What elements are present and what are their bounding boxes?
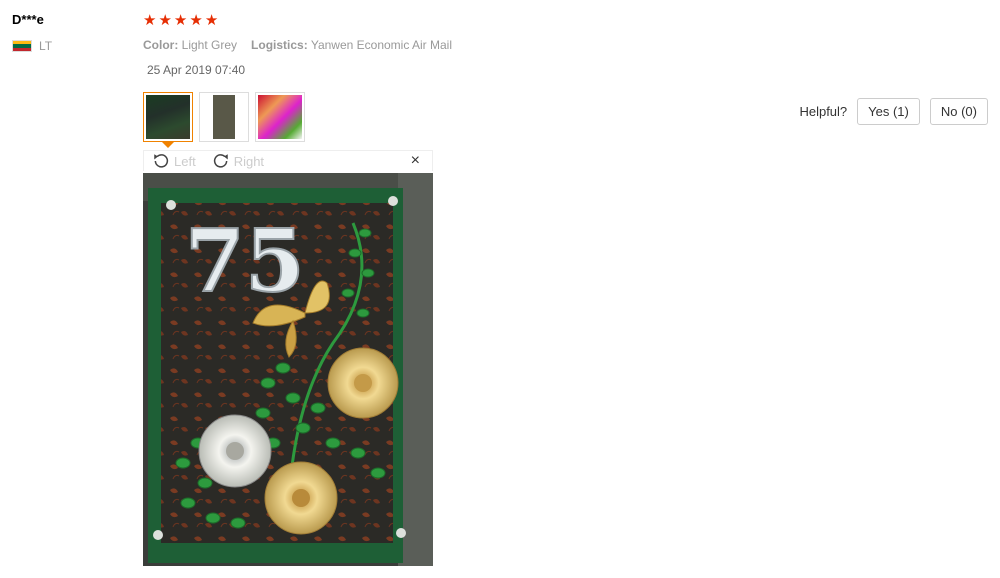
reviewer-country: LT — [12, 39, 52, 53]
rotate-left-icon — [154, 154, 169, 168]
star-icon: ★ — [204, 12, 219, 29]
thumbnail-image — [258, 95, 302, 139]
thumbnail-image — [202, 95, 246, 139]
gold-flower-bottom — [264, 461, 338, 535]
reviewer-info: D***e LT — [12, 12, 52, 53]
number-75-text: 75 — [185, 211, 305, 312]
country-code: LT — [39, 39, 53, 53]
silver-flower — [198, 414, 272, 488]
review-thumbnails — [143, 92, 305, 148]
color-info: Color: Light Grey — [143, 38, 237, 52]
review-date: 25 Apr 2019 07:40 — [147, 63, 246, 77]
star-rating: ★ ★ ★ ★ ★ — [143, 12, 993, 30]
star-icon: ★ — [143, 12, 157, 29]
rotate-left-button[interactable]: Left — [152, 152, 196, 170]
viewer-toolbar: Left Right × — [143, 150, 433, 171]
star-icon: ★ — [189, 12, 203, 29]
review-thumbnail[interactable] — [199, 92, 249, 142]
logistics-info: Logistics: Yanwen Economic Air Mail — [251, 38, 452, 52]
color-value: Light Grey — [181, 38, 238, 52]
close-viewer-button[interactable]: × — [411, 152, 420, 170]
order-info: Color: Light Grey Logistics: Yanwen Econ… — [143, 38, 993, 52]
review-photo: 75 — [143, 173, 433, 566]
review-thumbnail[interactable] — [255, 92, 305, 142]
lithuania-flag-icon — [12, 40, 32, 52]
logistics-label: Logistics: — [251, 38, 308, 52]
helpful-label: Helpful? — [799, 104, 848, 119]
rotate-right-label: Right — [233, 153, 265, 169]
thumbnail-image — [146, 95, 190, 139]
gold-flower-top — [327, 347, 399, 419]
star-icon: ★ — [158, 12, 172, 29]
color-label: Color: — [143, 38, 179, 52]
review-content: ★ ★ ★ ★ ★ Color: Light Grey Logistics: Y… — [143, 12, 993, 77]
helpful-yes-button[interactable]: Yes (1) — [857, 98, 920, 125]
star-icon: ★ — [173, 12, 188, 29]
helpful-no-button[interactable]: No (0) — [929, 98, 988, 125]
rotate-right-button[interactable]: Right — [212, 152, 264, 170]
image-viewer: Left Right × 75 — [143, 150, 433, 566]
reviewer-name: D***e — [12, 12, 44, 27]
rotate-right-icon — [213, 154, 228, 168]
photo-number: 75 — [184, 210, 306, 313]
rotate-left-label: Left — [174, 153, 196, 169]
review-thumbnail[interactable] — [143, 92, 193, 148]
helpful-vote: Helpful? Yes (1) No (0) — [799, 98, 988, 125]
logistics-value: Yanwen Economic Air Mail — [310, 38, 452, 52]
